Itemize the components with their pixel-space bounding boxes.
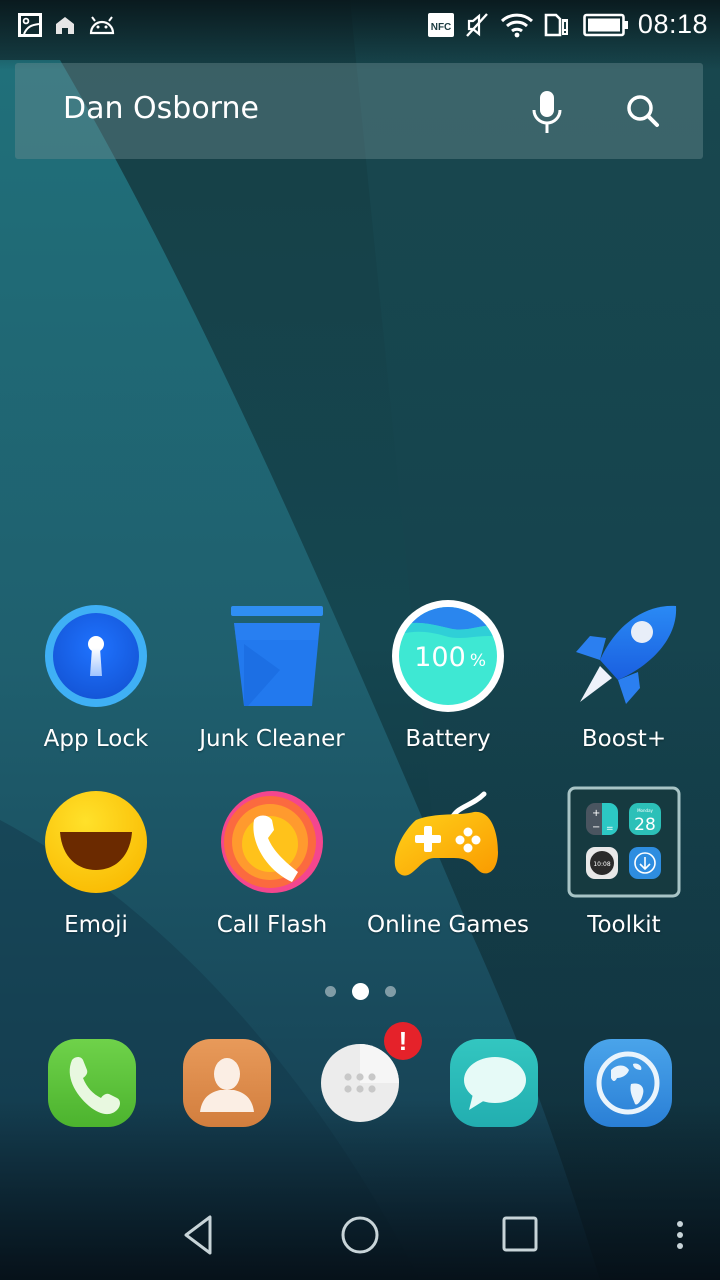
search-icon[interactable]: [623, 91, 663, 131]
svg-text:−: −: [592, 822, 600, 833]
android-icon: [88, 12, 116, 38]
microphone-icon[interactable]: [527, 89, 567, 135]
dock-browser[interactable]: [581, 1036, 675, 1130]
phone-flash-icon: [214, 786, 330, 902]
vibrate-off-icon: [464, 12, 490, 38]
back-icon[interactable]: [175, 1210, 225, 1260]
home-circle-icon[interactable]: [335, 1210, 385, 1260]
clock: 08:18: [637, 9, 708, 39]
app-online-games[interactable]: Online Games: [360, 786, 536, 961]
dock-app-drawer[interactable]: !: [313, 1022, 422, 1134]
svg-text:28: 28: [634, 815, 656, 835]
home-icon: [54, 12, 76, 38]
trash-bin-icon: [214, 600, 330, 716]
svg-text:+: +: [592, 808, 600, 819]
app-call-flash[interactable]: Call Flash: [184, 786, 360, 961]
recents-icon[interactable]: [495, 1210, 545, 1260]
page-dot[interactable]: [384, 985, 396, 997]
app-toolkit[interactable]: + − = Monday 28 10:08 Toolkit: [536, 786, 712, 961]
app-junk-cleaner[interactable]: Junk Cleaner: [184, 600, 360, 775]
smiley-icon: [38, 786, 154, 902]
svg-text:=: =: [606, 824, 614, 834]
app-label: App Lock: [43, 726, 149, 752]
app-app-lock[interactable]: App Lock: [8, 600, 184, 775]
calculator-icon: + − =: [586, 803, 618, 835]
svg-text:Monday: Monday: [637, 808, 653, 813]
notification-badge: !: [384, 1022, 422, 1060]
wifi-icon: [500, 12, 534, 38]
folder-icon: + − = Monday 28 10:08: [566, 786, 682, 902]
app-label: Battery: [405, 726, 491, 752]
contact-icon: [183, 1039, 271, 1127]
app-label: Call Flash: [216, 912, 328, 938]
keyhole-icon: [38, 600, 154, 716]
app-label: Emoji: [64, 912, 128, 938]
svg-text:10:08: 10:08: [593, 861, 610, 868]
app-label: Junk Cleaner: [199, 726, 345, 752]
search-text[interactable]: Dan Osborne: [63, 91, 259, 126]
rocket-icon: [566, 600, 682, 716]
page-indicator: [0, 980, 720, 1002]
globe-icon: [584, 1039, 672, 1127]
battery-value: 100: [414, 642, 466, 673]
app-label: Boost+: [581, 726, 667, 752]
app-emoji[interactable]: Emoji: [8, 786, 184, 961]
app-boost[interactable]: Boost+: [536, 600, 712, 775]
dock-phone[interactable]: [45, 1036, 139, 1130]
page-dot-active[interactable]: [351, 982, 369, 1000]
battery-unit: %: [470, 651, 486, 671]
svg-text:NFC: NFC: [431, 22, 452, 33]
app-battery[interactable]: 100 % Battery: [360, 600, 536, 775]
clock-icon: 10:08: [586, 847, 618, 879]
calendar-icon: Monday 28: [629, 803, 661, 835]
navigation-bar: [0, 1184, 720, 1280]
phone-icon: [48, 1039, 136, 1127]
battery-level-icon: 100 %: [390, 600, 506, 716]
app-label: Online Games: [367, 912, 529, 938]
gamepad-icon: [390, 786, 506, 902]
battery-icon: [583, 12, 629, 38]
status-bar: NFC 08:18: [0, 0, 720, 52]
search-bar[interactable]: Dan Osborne: [15, 63, 703, 159]
dock-messages[interactable]: [447, 1036, 541, 1130]
more-vertical-icon[interactable]: [655, 1210, 705, 1260]
image-icon: [18, 12, 42, 38]
sim-alert-icon: [544, 12, 570, 38]
dock-contacts[interactable]: [180, 1036, 274, 1130]
app-label: Toolkit: [587, 912, 661, 938]
page-dot[interactable]: [324, 985, 336, 997]
nfc-icon: NFC: [428, 12, 454, 38]
message-icon: [450, 1039, 538, 1127]
download-icon: [629, 847, 661, 879]
